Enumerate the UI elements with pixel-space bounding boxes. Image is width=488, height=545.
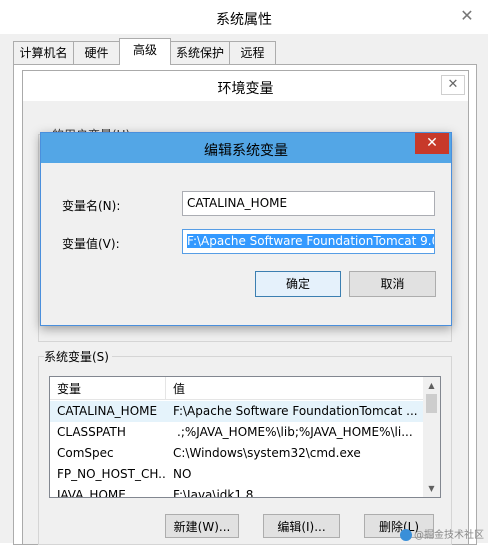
edit-dialog-title-bar[interactable]: 编辑系统变量 ✕ xyxy=(41,133,451,163)
table-row[interactable]: CLASSPATH .;%JAVA_HOME%\lib;%JAVA_HOME%\… xyxy=(50,422,423,443)
variable-name: CATALINA_HOME xyxy=(57,404,158,418)
tab-advanced[interactable]: 高级 xyxy=(119,38,171,65)
table-row[interactable]: JAVA_HOME F:\Java\jdk1.8 xyxy=(50,485,423,498)
vertical-scrollbar[interactable]: ▲ ▼ xyxy=(423,377,440,497)
watermark-text: @掘金技术社区 xyxy=(414,530,484,541)
watermark: @掘金技术社区 xyxy=(400,526,484,541)
dialog-title: 编辑系统变量 xyxy=(204,143,288,159)
variable-name: FP_NO_HOST_CH... xyxy=(57,467,165,481)
window-title: 环境变量 xyxy=(217,81,274,97)
environment-variables-title-bar: 环境变量 ✕ xyxy=(23,71,468,101)
table-row[interactable]: CATALINA_HOME F:\Apache Software Foundat… xyxy=(50,401,423,422)
new-variable-button[interactable]: 新建(W)... xyxy=(165,514,239,538)
edit-variable-button[interactable]: 编辑(I)... xyxy=(263,514,340,538)
variable-value: C:\Windows\system32\cmd.exe xyxy=(173,446,361,460)
cancel-button[interactable]: 取消 xyxy=(349,271,436,297)
scrollbar-thumb[interactable] xyxy=(426,394,437,413)
variable-name: CLASSPATH xyxy=(57,425,126,439)
variable-value: F:\Apache Software FoundationTomcat ... xyxy=(173,404,418,418)
edit-system-variable-dialog: 编辑系统变量 ✕ 变量名(N): CATALINA_HOME 变量值(V): F… xyxy=(40,132,452,326)
selected-text: F:\Apache Software FoundationTomcat 9.0 xyxy=(187,234,434,248)
variable-name: JAVA_HOME xyxy=(57,488,126,498)
variable-value-field[interactable]: F:\Apache Software FoundationTomcat 9.0 xyxy=(182,229,435,254)
column-divider[interactable] xyxy=(165,377,166,399)
tab-system-protection[interactable]: 系统保护 xyxy=(170,41,230,64)
juejin-logo-icon xyxy=(400,529,412,541)
close-icon[interactable]: ✕ xyxy=(415,133,449,154)
ok-button[interactable]: 确定 xyxy=(255,271,341,297)
column-header-variable[interactable]: 变量 xyxy=(57,380,81,397)
tab-remote[interactable]: 远程 xyxy=(229,41,276,64)
close-icon[interactable]: ✕ xyxy=(441,75,465,95)
variable-name-field[interactable]: CATALINA_HOME xyxy=(182,191,435,216)
scroll-down-arrow-icon[interactable]: ▼ xyxy=(423,480,440,497)
variable-name: ComSpec xyxy=(57,446,114,460)
tab-hardware[interactable]: 硬件 xyxy=(73,41,120,64)
list-header: 变量 值 xyxy=(50,377,423,400)
variable-value-label: 变量值(V): xyxy=(62,237,120,251)
variable-value: .;%JAVA_HOME%\lib;%JAVA_HOME%\li... xyxy=(177,425,413,439)
system-variables-list[interactable]: 变量 值 CATALINA_HOME F:\Apache Software Fo… xyxy=(49,376,441,498)
window-title: 系统属性 xyxy=(216,12,272,28)
column-header-value[interactable]: 值 xyxy=(173,380,185,397)
tab-computer-name[interactable]: 计算机名 xyxy=(13,41,74,64)
close-icon[interactable]: ✕ xyxy=(455,6,479,26)
edit-dialog-body: 变量名(N): CATALINA_HOME 变量值(V): F:\Apache … xyxy=(44,163,448,322)
scroll-up-arrow-icon[interactable]: ▲ xyxy=(423,377,440,394)
system-properties-title-bar: 系统属性 ✕ xyxy=(0,0,488,34)
variable-value: F:\Java\jdk1.8 xyxy=(173,488,254,498)
variable-name-label: 变量名(N): xyxy=(62,199,121,213)
variable-value: NO xyxy=(173,467,192,481)
table-row[interactable]: ComSpec C:\Windows\system32\cmd.exe xyxy=(50,443,423,464)
table-row[interactable]: FP_NO_HOST_CH... NO xyxy=(50,464,423,485)
system-variables-label: 系统变量(S) xyxy=(44,348,112,365)
